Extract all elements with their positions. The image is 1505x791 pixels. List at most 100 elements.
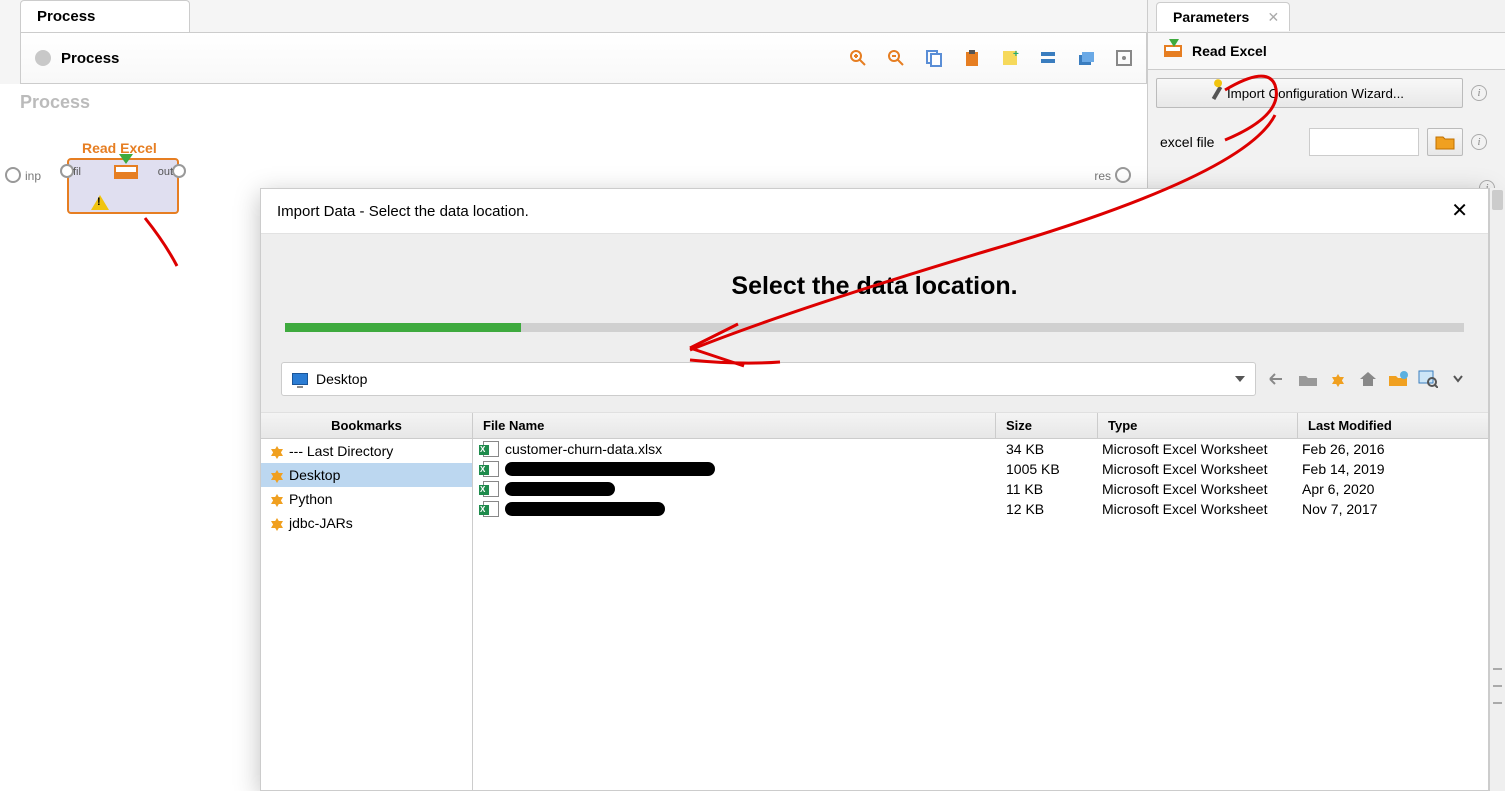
excel-file-icon: [483, 461, 499, 477]
file-list-header: File Name Size Type Last Modified: [473, 413, 1488, 439]
star-icon: [271, 470, 283, 480]
file-modified: Nov 7, 2017: [1298, 501, 1488, 517]
desktop-icon: [292, 373, 308, 385]
file-modified: Feb 14, 2019: [1298, 461, 1488, 477]
process-header: Process +: [20, 32, 1147, 84]
column-header-type[interactable]: Type: [1098, 413, 1298, 438]
dialog-progress: [285, 323, 1464, 332]
file-row[interactable]: 11 KBMicrosoft Excel WorksheetApr 6, 202…: [473, 479, 1488, 499]
file-size: 1005 KB: [996, 461, 1098, 477]
wand-icon: [1212, 86, 1222, 100]
operator-port-in-label: fil: [73, 166, 81, 178]
paste-icon[interactable]: [962, 48, 982, 68]
excel-file-icon: [483, 481, 499, 497]
dialog-close-button[interactable]: ✕: [1447, 201, 1472, 221]
vertical-scrollbar[interactable]: [1489, 188, 1505, 791]
star-icon: [271, 494, 283, 504]
operator-arrow-icon: [119, 154, 133, 164]
process-header-label: Process: [61, 50, 119, 67]
bookmark-item[interactable]: Python: [261, 487, 472, 511]
column-header-modified[interactable]: Last Modified: [1298, 413, 1488, 438]
file-type: Microsoft Excel Worksheet: [1098, 441, 1298, 457]
import-data-dialog: Import Data - Select the data location. …: [260, 188, 1489, 791]
parameters-operator-icon: [1164, 45, 1182, 57]
bookmark-item[interactable]: --- Last Directory: [261, 439, 472, 463]
home-icon[interactable]: [1358, 369, 1378, 389]
process-tab[interactable]: Process: [20, 0, 190, 32]
wizard-button-label: Import Configuration Wizard...: [1227, 86, 1404, 101]
fit-icon[interactable]: [1114, 48, 1134, 68]
operator-read-excel[interactable]: fil out: [67, 158, 179, 214]
parameters-tab[interactable]: Parameters ✕: [1156, 2, 1290, 31]
file-row[interactable]: 12 KBMicrosoft Excel WorksheetNov 7, 201…: [473, 499, 1488, 519]
bookmark-label: Python: [289, 491, 333, 507]
canvas-title: Process: [20, 92, 90, 113]
file-type: Microsoft Excel Worksheet: [1098, 481, 1298, 497]
file-row[interactable]: customer-churn-data.xlsx 34 KBMicrosoft E…: [473, 439, 1488, 459]
scrollbar-thumb[interactable]: [1492, 190, 1503, 210]
file-list: File Name Size Type Last Modified custom…: [473, 413, 1488, 790]
operator-port-out-label: out: [158, 166, 173, 178]
canvas-port-res[interactable]: [1115, 167, 1131, 183]
column-header-name[interactable]: File Name: [473, 413, 996, 438]
parameters-tab-label: Parameters: [1173, 9, 1249, 25]
close-icon[interactable]: ✕: [1268, 9, 1280, 26]
file-name: customer-churn-data.xlsx: [505, 441, 662, 457]
chevron-down-icon: [1235, 376, 1245, 382]
copy-icon[interactable]: [924, 48, 944, 68]
bookmarks-panel: Bookmarks --- Last Directory Desktop Pytho…: [261, 413, 473, 790]
layers-icon[interactable]: [1076, 48, 1096, 68]
chevron-down-icon[interactable]: [1448, 369, 1468, 389]
dialog-toolbar: Desktop: [261, 346, 1488, 413]
redacted-filename: [505, 482, 615, 496]
file-size: 11 KB: [996, 481, 1098, 497]
path-label: Desktop: [316, 371, 367, 387]
file-type: Microsoft Excel Worksheet: [1098, 461, 1298, 477]
back-icon[interactable]: [1268, 369, 1288, 389]
operator-excel-icon: [114, 165, 138, 179]
new-folder-icon[interactable]: [1388, 369, 1408, 389]
bookmarks-header: Bookmarks: [261, 413, 472, 439]
column-header-size[interactable]: Size: [996, 413, 1098, 438]
excel-file-icon: [483, 501, 499, 517]
reorder-icon[interactable]: [1038, 48, 1058, 68]
bookmark-label: --- Last Directory: [289, 443, 393, 459]
view-search-icon[interactable]: [1418, 369, 1438, 389]
dialog-header: Select the data location.: [261, 234, 1488, 346]
zoom-out-icon[interactable]: [886, 48, 906, 68]
operator-port-out-dot[interactable]: [172, 164, 186, 178]
info-icon[interactable]: i: [1471, 85, 1487, 101]
file-row[interactable]: 1005 KBMicrosoft Excel WorksheetFeb 14, …: [473, 459, 1488, 479]
scrollbar-grip-icon: [1493, 668, 1502, 704]
path-dropdown[interactable]: Desktop: [281, 362, 1256, 396]
note-add-icon[interactable]: +: [1000, 48, 1020, 68]
redacted-filename: [505, 462, 715, 476]
bookmark-label: jdbc-JARs: [289, 515, 353, 531]
import-configuration-wizard-button[interactable]: Import Configuration Wizard...: [1156, 78, 1463, 108]
operator-warning-icon: [91, 195, 109, 210]
zoom-in-icon[interactable]: [848, 48, 868, 68]
file-modified: Feb 26, 2016: [1298, 441, 1488, 457]
excel-file-icon: [483, 441, 499, 457]
bookmark-add-icon[interactable]: [1328, 369, 1348, 389]
file-size: 34 KB: [996, 441, 1098, 457]
svg-text:+: +: [1013, 49, 1019, 60]
bookmark-label: Desktop: [289, 467, 340, 483]
star-icon: [271, 518, 283, 528]
info-icon[interactable]: i: [1471, 134, 1487, 150]
dialog-progress-done: [285, 323, 521, 332]
bookmark-item[interactable]: Desktop: [261, 463, 472, 487]
canvas-port-inp[interactable]: [5, 167, 21, 183]
file-size: 12 KB: [996, 501, 1098, 517]
dialog-title: Import Data - Select the data location.: [277, 203, 529, 220]
browse-folder-button[interactable]: [1427, 128, 1463, 156]
excel-file-input[interactable]: [1309, 128, 1419, 156]
star-icon: [271, 446, 283, 456]
up-folder-icon[interactable]: [1298, 369, 1318, 389]
operator-port-in-dot[interactable]: [60, 164, 74, 178]
redacted-filename: [505, 502, 665, 516]
bookmark-item[interactable]: jdbc-JARs: [261, 511, 472, 535]
process-toolbar: +: [848, 48, 1146, 68]
dialog-heading: Select the data location.: [285, 272, 1464, 301]
file-type: Microsoft Excel Worksheet: [1098, 501, 1298, 517]
